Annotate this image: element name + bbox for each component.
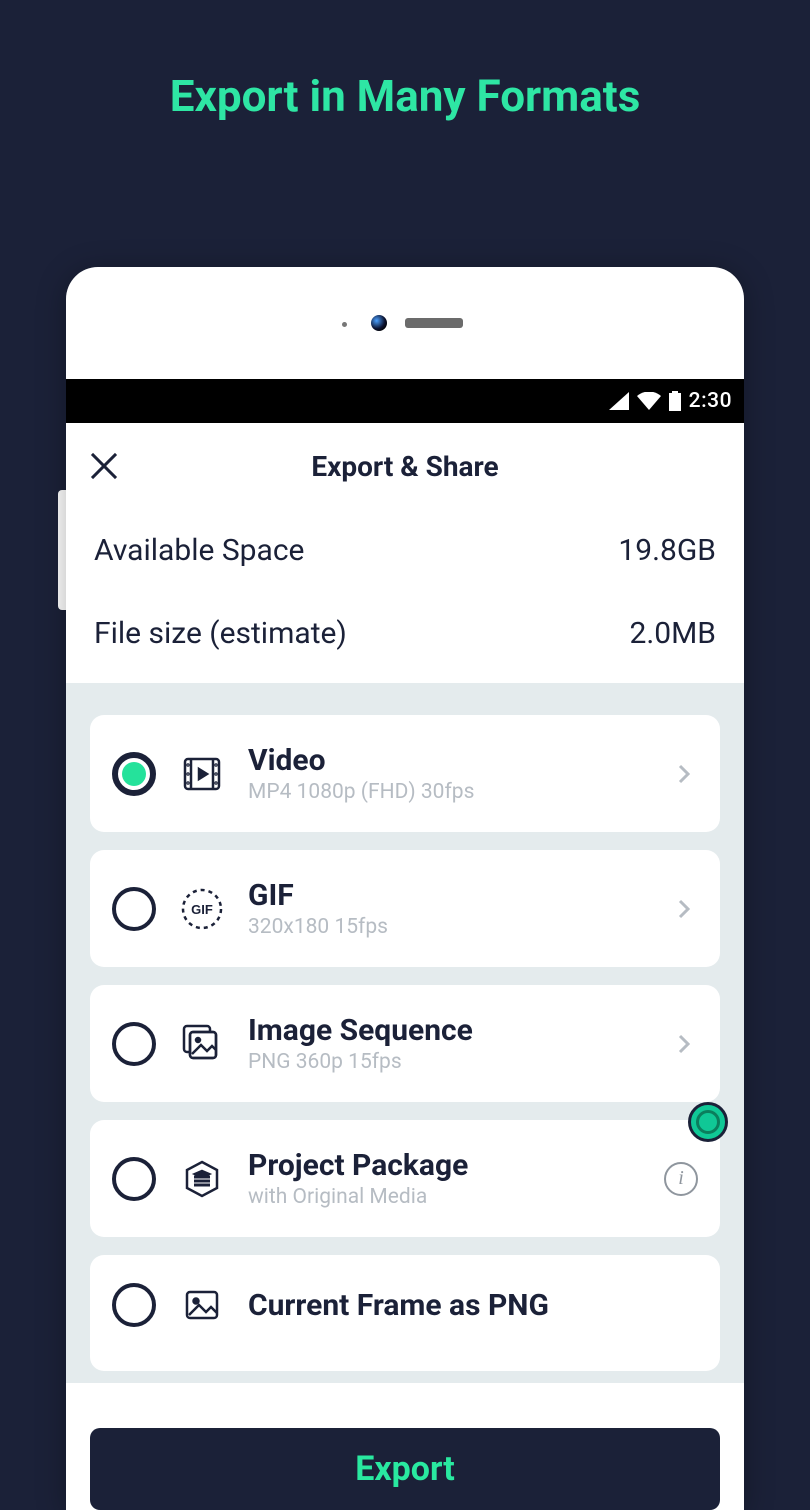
available-space-value: 19.8GB [618, 533, 716, 568]
chevron-right-icon [670, 1030, 698, 1058]
cellular-icon [609, 392, 629, 410]
gif-icon: GIF [180, 887, 224, 931]
option-current-frame[interactable]: Current Frame as PNG [90, 1255, 720, 1371]
device-bezel-top [66, 267, 744, 379]
export-bar: Export [66, 1410, 744, 1510]
available-space-label: Available Space [94, 533, 304, 568]
radio-unselected[interactable] [112, 1283, 156, 1327]
option-gif[interactable]: GIF GIF 320x180 15fps [90, 850, 720, 967]
option-subtitle: MP4 1080p (FHD) 30fps [248, 780, 646, 804]
speaker-slot [405, 318, 463, 328]
option-project-package[interactable]: Project Package with Original Media i [90, 1120, 720, 1237]
option-subtitle: PNG 360p 15fps [248, 1050, 646, 1074]
chevron-right-icon [670, 760, 698, 788]
radio-unselected[interactable] [112, 1157, 156, 1201]
status-clock: 2:30 [689, 389, 732, 413]
file-size-row: File size (estimate) 2.0MB [94, 616, 716, 651]
side-button [58, 490, 66, 610]
file-size-value: 2.0MB [629, 616, 716, 651]
phone-frame: 2:30 Export & Share Available Space 19.8… [66, 267, 744, 1510]
chevron-right-icon [670, 895, 698, 923]
info-icon[interactable]: i [664, 1162, 698, 1196]
option-title: Video [248, 743, 646, 778]
available-space-row: Available Space 19.8GB [94, 533, 716, 568]
export-options-list: Video MP4 1080p (FHD) 30fps GIF GIF 320x… [66, 683, 744, 1383]
video-icon [180, 752, 224, 796]
export-button[interactable]: Export [90, 1428, 720, 1510]
promo-headline: Export in Many Formats [0, 70, 810, 122]
option-title: Current Frame as PNG [248, 1288, 698, 1323]
svg-text:GIF: GIF [191, 902, 213, 917]
radio-unselected[interactable] [112, 887, 156, 931]
package-icon [180, 1157, 224, 1201]
android-status-bar: 2:30 [66, 379, 744, 423]
sensor-dot [342, 322, 347, 327]
feature-badge-icon [688, 1102, 728, 1142]
page-title: Export & Share [66, 450, 744, 483]
option-title: Project Package [248, 1148, 640, 1183]
image-sequence-icon [180, 1022, 224, 1066]
option-title: GIF [248, 878, 646, 913]
image-icon [180, 1283, 224, 1327]
option-video[interactable]: Video MP4 1080p (FHD) 30fps [90, 715, 720, 832]
option-title: Image Sequence [248, 1013, 646, 1048]
front-camera [371, 315, 387, 331]
file-size-label: File size (estimate) [94, 616, 347, 651]
app-header: Export & Share [66, 423, 744, 509]
radio-unselected[interactable] [112, 1022, 156, 1066]
option-subtitle: with Original Media [248, 1185, 640, 1209]
wifi-icon [637, 392, 661, 410]
storage-info: Available Space 19.8GB File size (estima… [66, 509, 744, 683]
battery-icon [669, 391, 681, 411]
option-image-sequence[interactable]: Image Sequence PNG 360p 15fps [90, 985, 720, 1102]
option-subtitle: 320x180 15fps [248, 915, 646, 939]
radio-selected[interactable] [112, 752, 156, 796]
